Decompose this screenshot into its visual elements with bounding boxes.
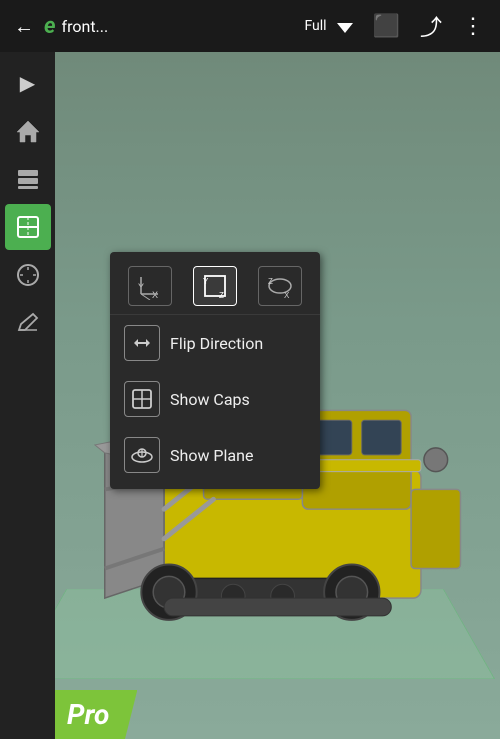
top-bar: ← e front... Full ⬛ ⤴ ⋮ <box>0 0 500 52</box>
share-button[interactable]: ⤴ <box>412 6 450 46</box>
show-plane-item[interactable]: Show Plane <box>110 427 320 483</box>
show-caps-icon-box <box>124 381 160 417</box>
view-mode-label: Full <box>304 18 326 34</box>
svg-text:X: X <box>284 291 290 300</box>
yz-axis-button[interactable]: Y Z <box>193 266 237 306</box>
sidebar: ▶ <box>0 52 55 739</box>
svg-text:X: X <box>152 290 158 300</box>
xy-axis-icon: Y X <box>136 272 164 300</box>
pro-label: Pro <box>67 698 109 731</box>
show-plane-label: Show Plane <box>170 446 253 465</box>
show-plane-icon-box <box>124 437 160 473</box>
section-icon <box>15 214 41 240</box>
document-title: front... <box>62 17 301 36</box>
flip-direction-item[interactable]: Flip Direction <box>110 315 320 371</box>
show-caps-icon <box>130 387 154 411</box>
measure-icon <box>15 262 41 288</box>
sidebar-edit-button[interactable] <box>5 300 51 346</box>
xy-axis-button[interactable]: Y X <box>128 266 172 306</box>
svg-text:Z: Z <box>268 277 273 286</box>
home-icon <box>15 118 41 144</box>
app-logo: e <box>44 14 56 39</box>
flip-direction-label: Flip Direction <box>170 334 263 353</box>
more-options-button[interactable]: ⋮ <box>454 10 492 43</box>
svg-text:Y: Y <box>203 277 209 286</box>
dropdown-triangle-icon <box>337 23 353 33</box>
layers-icon <box>15 166 41 192</box>
main-area: ▶ <box>0 52 500 739</box>
sidebar-play-button[interactable]: ▶ <box>5 60 51 106</box>
flip-direction-icon-box <box>124 325 160 361</box>
back-button[interactable]: ← <box>8 10 40 43</box>
pro-badge: Pro <box>55 690 137 739</box>
show-plane-icon <box>130 443 154 467</box>
axis-selector-row: Y X Y Z <box>110 258 320 315</box>
xz-axis-button[interactable]: Z X <box>258 266 302 306</box>
svg-text:Z: Z <box>219 291 224 300</box>
viewport[interactable]: Y X Y Z <box>55 52 500 739</box>
show-caps-label: Show Caps <box>170 390 250 409</box>
sidebar-home-button[interactable] <box>5 108 51 154</box>
export-button[interactable]: ⬛ <box>365 10 408 43</box>
sidebar-layers-button[interactable] <box>5 156 51 202</box>
sidebar-section-button[interactable] <box>5 204 51 250</box>
xz-axis-icon: Z X <box>266 272 294 300</box>
flip-direction-icon <box>130 331 154 355</box>
play-icon: ▶ <box>20 71 35 95</box>
sidebar-measure-button[interactable] <box>5 252 51 298</box>
edit-icon <box>15 310 41 336</box>
dropdown-menu: Y X Y Z <box>110 252 320 489</box>
yz-axis-icon: Y Z <box>201 272 229 300</box>
show-caps-item[interactable]: Show Caps <box>110 371 320 427</box>
